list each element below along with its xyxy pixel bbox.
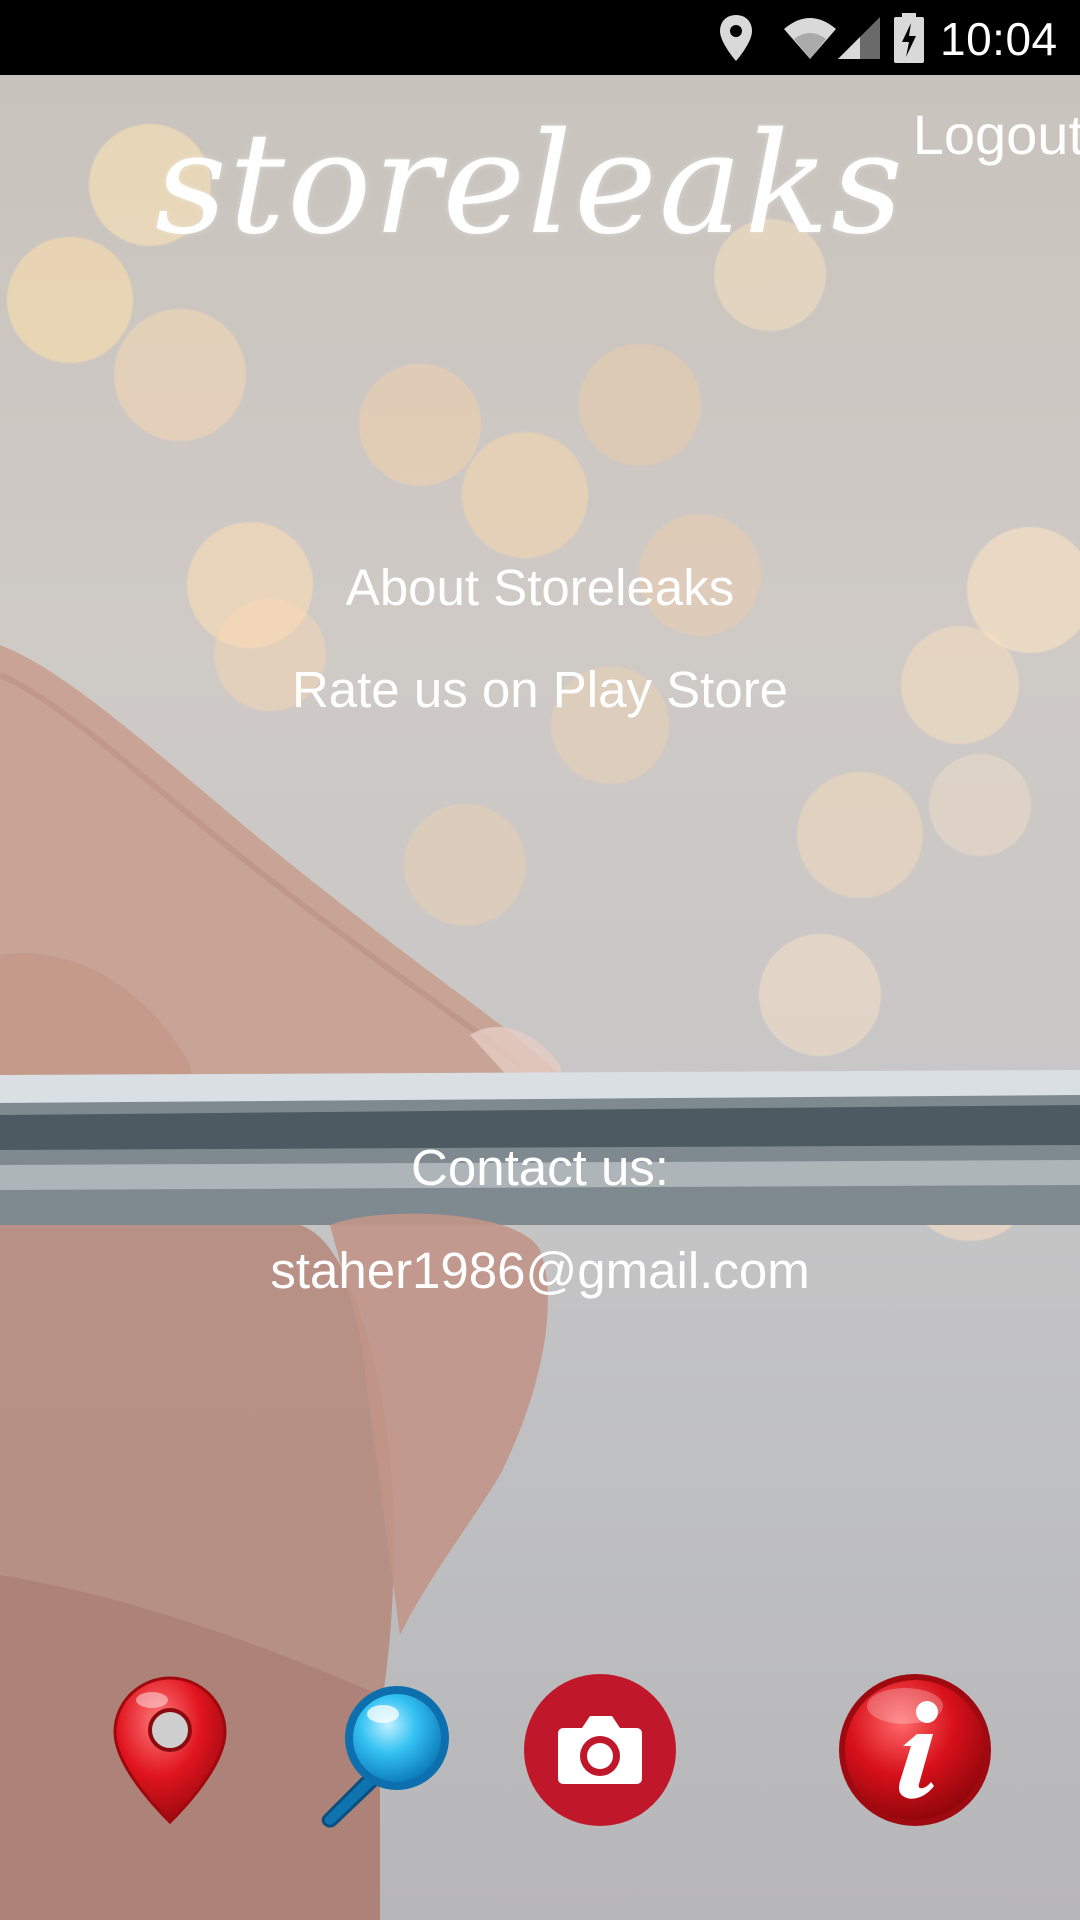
info-nav-button[interactable] — [835, 1670, 995, 1830]
bottom-nav — [0, 1670, 1080, 1840]
search-nav-button[interactable] — [305, 1670, 465, 1830]
rate-play-store-link[interactable]: Rate us on Play Store — [0, 655, 1080, 725]
about-screen: 10:04 storeleaks Logout About Storeleaks… — [0, 0, 1080, 1920]
status-clock: 10:04 — [940, 13, 1058, 65]
camera-icon — [524, 1674, 676, 1826]
cell-signal-icon — [836, 0, 882, 75]
contact-email-link[interactable]: staher1986@gmail.com — [0, 1236, 1080, 1306]
logout-button[interactable]: Logout — [913, 100, 1080, 170]
map-pin-icon — [113, 1676, 227, 1825]
battery-charging-icon — [892, 0, 926, 75]
info-icon — [839, 1674, 991, 1826]
status-bar: 10:04 — [0, 0, 1080, 75]
location-icon — [718, 0, 754, 75]
camera-nav-button[interactable] — [520, 1670, 680, 1830]
wifi-icon — [782, 0, 838, 75]
about-storeleaks-link[interactable]: About Storeleaks — [0, 553, 1080, 623]
map-nav-button[interactable] — [90, 1670, 250, 1830]
magnifier-icon — [321, 1686, 449, 1828]
contact-heading: Contact us: — [411, 1139, 669, 1196]
hand-with-phone-image — [0, 645, 1080, 1920]
